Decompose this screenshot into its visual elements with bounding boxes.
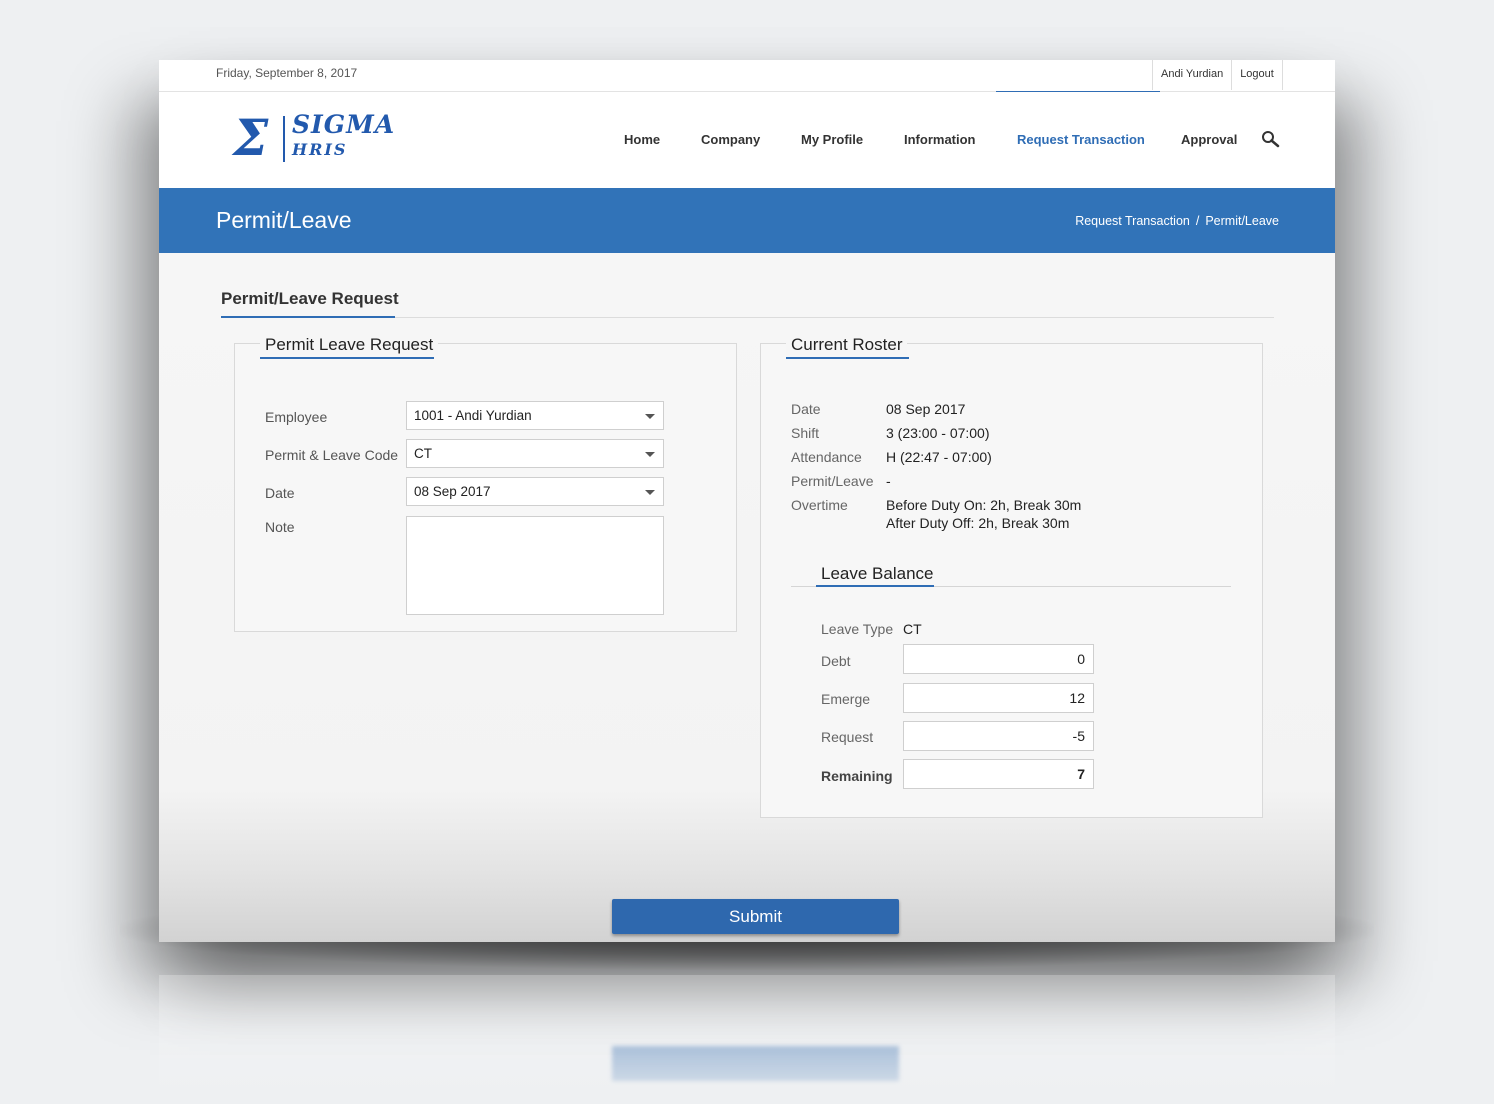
nav-home[interactable]: Home: [624, 132, 660, 147]
current-roster-panel: Current Roster Date 08 Sep 2017 Shift 3 …: [760, 335, 1263, 818]
chevron-down-icon: [645, 452, 655, 457]
nav-my-profile[interactable]: My Profile: [801, 132, 863, 147]
roster-attendance-value: H (22:47 - 07:00): [886, 449, 992, 465]
leave-type-label: Leave Type: [821, 621, 894, 637]
main-content: Permit/Leave Request Permit Leave Reques…: [159, 253, 1335, 942]
remaining-field: 7: [903, 759, 1094, 789]
sigma-hris-logo[interactable]: Σ SIGMA HRIS: [227, 108, 394, 167]
leave-type-value: CT: [903, 621, 922, 637]
note-label: Note: [265, 519, 295, 535]
leave-balance-underline: [816, 585, 934, 587]
note-textarea[interactable]: [406, 516, 664, 615]
breadcrumb-permit-leave: Permit/Leave: [1205, 214, 1279, 228]
employee-label: Employee: [265, 409, 328, 425]
roster-overtime-label: Overtime: [791, 497, 848, 513]
emerge-value: 12: [1069, 690, 1085, 706]
employee-value: 1001 - Andi Yurdian: [414, 408, 532, 423]
current-date: Friday, September 8, 2017: [216, 66, 358, 80]
top-bar: Friday, September 8, 2017 Andi Yurdian L…: [159, 60, 1335, 92]
permit-leave-code-value: CT: [414, 446, 432, 461]
debt-label: Debt: [821, 653, 851, 669]
chevron-down-icon: [645, 414, 655, 419]
date-value: 08 Sep 2017: [414, 484, 491, 499]
emerge-field: 12: [903, 683, 1094, 713]
nav-company[interactable]: Company: [701, 132, 760, 147]
submit-button-reflection: [612, 1046, 899, 1081]
date-picker[interactable]: 08 Sep 2017: [406, 477, 664, 506]
frame-reflection: [159, 975, 1335, 1104]
breadcrumb: Request Transaction / Permit/Leave: [1075, 214, 1279, 228]
roster-shift-value: 3 (23:00 - 07:00): [886, 425, 990, 441]
debt-value: 0: [1077, 651, 1085, 667]
panel-title-underline: [786, 357, 909, 359]
page-title: Permit/Leave: [216, 207, 352, 233]
roster-date-label: Date: [791, 401, 821, 417]
permit-leave-code-select[interactable]: CT: [406, 439, 664, 468]
submit-button[interactable]: Submit: [612, 899, 899, 934]
breadcrumb-request-transaction[interactable]: Request Transaction: [1075, 214, 1190, 228]
roster-overtime-after: After Duty Off: 2h, Break 30m: [886, 515, 1070, 531]
section-title: Permit/Leave Request: [221, 289, 399, 308]
request-label: Request: [821, 729, 874, 745]
chevron-down-icon: [645, 490, 655, 495]
sigma-symbol-icon: Σ: [233, 108, 269, 167]
debt-field: 0: [903, 644, 1094, 674]
logo-subtitle: HRIS: [292, 140, 348, 159]
nav-request-transaction[interactable]: Request Transaction: [1017, 132, 1145, 147]
nav-approval[interactable]: Approval: [1181, 132, 1237, 147]
permit-leave-request-panel: Permit Leave Request Employee 1001 - And…: [234, 335, 737, 632]
date-label: Date: [265, 485, 295, 501]
remaining-label: Remaining: [821, 768, 893, 784]
leave-balance-title: Leave Balance: [821, 564, 934, 583]
search-icon[interactable]: [1261, 130, 1281, 150]
logo-divider: [283, 116, 285, 162]
permit-leave-code-label: Permit & Leave Code: [265, 447, 399, 463]
logout-link[interactable]: Logout: [1232, 60, 1282, 90]
app-window: Friday, September 8, 2017 Andi Yurdian L…: [159, 60, 1335, 942]
user-name-link[interactable]: Andi Yurdian: [1153, 60, 1233, 90]
header: Σ SIGMA HRIS Home Company My Profile Inf…: [159, 92, 1335, 188]
logo-title: SIGMA: [292, 110, 396, 139]
roster-permit-leave-label: Permit/Leave: [791, 473, 874, 489]
roster-permit-leave-value: -: [886, 473, 891, 489]
section-title-underline: [221, 316, 395, 318]
roster-date-value: 08 Sep 2017: [886, 401, 966, 417]
user-menu: Andi Yurdian Logout: [1152, 60, 1283, 90]
roster-overtime-before: Before Duty On: 2h, Break 30m: [886, 497, 1082, 513]
breadcrumb-separator: /: [1195, 214, 1200, 228]
nav-information[interactable]: Information: [904, 132, 976, 147]
roster-attendance-label: Attendance: [791, 449, 862, 465]
request-value: -5: [1072, 728, 1085, 744]
page-banner: Permit/Leave Request Transaction / Permit/…: [159, 188, 1335, 253]
panel-title-underline: [260, 357, 434, 359]
panel-title: Permit Leave Request: [260, 335, 439, 355]
employee-select[interactable]: 1001 - Andi Yurdian: [406, 401, 664, 430]
remaining-value: 7: [1077, 766, 1085, 782]
request-field: -5: [903, 721, 1094, 751]
panel-title: Current Roster: [786, 335, 908, 355]
roster-shift-label: Shift: [791, 425, 820, 441]
emerge-label: Emerge: [821, 691, 871, 707]
